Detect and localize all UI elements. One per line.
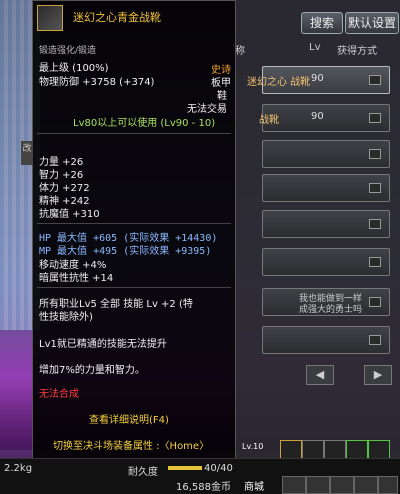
column-lv-header[interactable]: Lv bbox=[309, 42, 321, 53]
list-item-name: 战靴 bbox=[259, 115, 279, 126]
tooltip-tab-partial: 锻造强化/锻造 bbox=[39, 46, 97, 56]
list-item-lv: 90 bbox=[311, 111, 324, 122]
set-bonus: 增加7%的力量和智力。 bbox=[39, 365, 145, 376]
list-item[interactable]: 迷幻之心 战靴 90 bbox=[247, 66, 390, 94]
durability-label: 耐久度 bbox=[128, 467, 158, 478]
no-synthesis: 无法合成 bbox=[39, 389, 79, 400]
list-item-button[interactable] bbox=[369, 75, 381, 85]
max-level: 最上级 (100%) bbox=[39, 63, 109, 74]
divider bbox=[37, 287, 231, 288]
durability-value: 40/40 bbox=[204, 463, 233, 474]
list-item-button[interactable] bbox=[369, 257, 381, 267]
dark-resist: 暗属性抗性 +14 bbox=[39, 273, 114, 284]
switch-pvp-link[interactable]: 切换至决斗场装备属性 :〈Home〉 bbox=[53, 437, 209, 452]
skill-slot[interactable] bbox=[282, 476, 306, 494]
divider bbox=[37, 223, 231, 224]
list-item-button[interactable] bbox=[369, 113, 381, 123]
default-settings-button[interactable]: 默认设置 bbox=[345, 12, 399, 34]
skill-slot[interactable] bbox=[354, 476, 378, 494]
list-item[interactable] bbox=[262, 326, 390, 354]
boots-icon bbox=[37, 5, 63, 31]
list-item-button[interactable] bbox=[369, 297, 381, 307]
equipment-slot[interactable] bbox=[280, 440, 302, 460]
equipment-slot[interactable] bbox=[302, 440, 324, 460]
physical-defense: 物理防御 +3758 (+374) bbox=[39, 77, 155, 88]
skill-slot[interactable] bbox=[306, 476, 330, 494]
trade-restriction: 无法交易 bbox=[187, 104, 227, 115]
page-next-button[interactable]: ▶ bbox=[364, 365, 392, 385]
skill-bonus-line-2: 性技能除外) bbox=[39, 312, 93, 323]
item-name: 迷幻之心青金战靴 bbox=[73, 11, 161, 24]
slot-level-badge: Lv.10 bbox=[242, 442, 264, 451]
search-button[interactable]: 搜索 bbox=[301, 12, 343, 34]
equipment-slot[interactable] bbox=[324, 440, 346, 460]
item-weight: 2.2kg bbox=[4, 463, 33, 474]
stat-magic-resist: 抗魔值 +310 bbox=[39, 209, 100, 220]
page-prev-button[interactable]: ◀ bbox=[306, 365, 334, 385]
list-item-name: 迷幻之心 战靴 bbox=[247, 77, 311, 88]
mastery-note: Lv1就已精通的技能无法提升 bbox=[39, 339, 167, 350]
equipment-slot[interactable] bbox=[368, 440, 390, 460]
divider bbox=[37, 133, 231, 134]
view-details-link[interactable]: 查看详细说明(F4) bbox=[89, 411, 169, 426]
shop-button[interactable]: 商城 bbox=[244, 478, 264, 493]
equipment-slot[interactable] bbox=[346, 440, 368, 460]
item-tooltip: 改 迷幻之心青金战靴 锻造强化/锻造 最上级 (100%) 物理防御 +3758… bbox=[21, 0, 236, 460]
gold-amount: 16,588金币 bbox=[176, 482, 231, 493]
list-item[interactable]: 我也能做到一样 成强大的勇士吗 bbox=[262, 288, 390, 316]
list-item-lv: 90 bbox=[311, 73, 324, 84]
list-item[interactable] bbox=[262, 174, 390, 202]
list-item[interactable] bbox=[262, 210, 390, 238]
list-item[interactable]: 战靴 90 bbox=[259, 104, 390, 132]
skill-slot[interactable] bbox=[378, 476, 398, 494]
list-item-button[interactable] bbox=[369, 183, 381, 193]
list-item-button[interactable] bbox=[369, 149, 381, 159]
side-tab[interactable]: 改 bbox=[21, 141, 33, 165]
durability-bar bbox=[168, 466, 202, 470]
mp-max: MP 最大值 +495 (实际效果 +9395) bbox=[39, 246, 212, 257]
column-source-header[interactable]: 获得方式 bbox=[337, 42, 377, 57]
list-item-button[interactable] bbox=[369, 219, 381, 229]
skill-slot[interactable] bbox=[330, 476, 354, 494]
speech-text-line-2: 成强大的勇士吗 bbox=[299, 305, 363, 315]
column-name-header: 称 bbox=[235, 46, 245, 57]
list-item[interactable] bbox=[262, 248, 390, 276]
level-requirement: Lv80以上可以使用 (Lv90 - 10) bbox=[73, 118, 216, 129]
list-item-button[interactable] bbox=[369, 335, 381, 345]
list-item[interactable] bbox=[262, 140, 390, 168]
